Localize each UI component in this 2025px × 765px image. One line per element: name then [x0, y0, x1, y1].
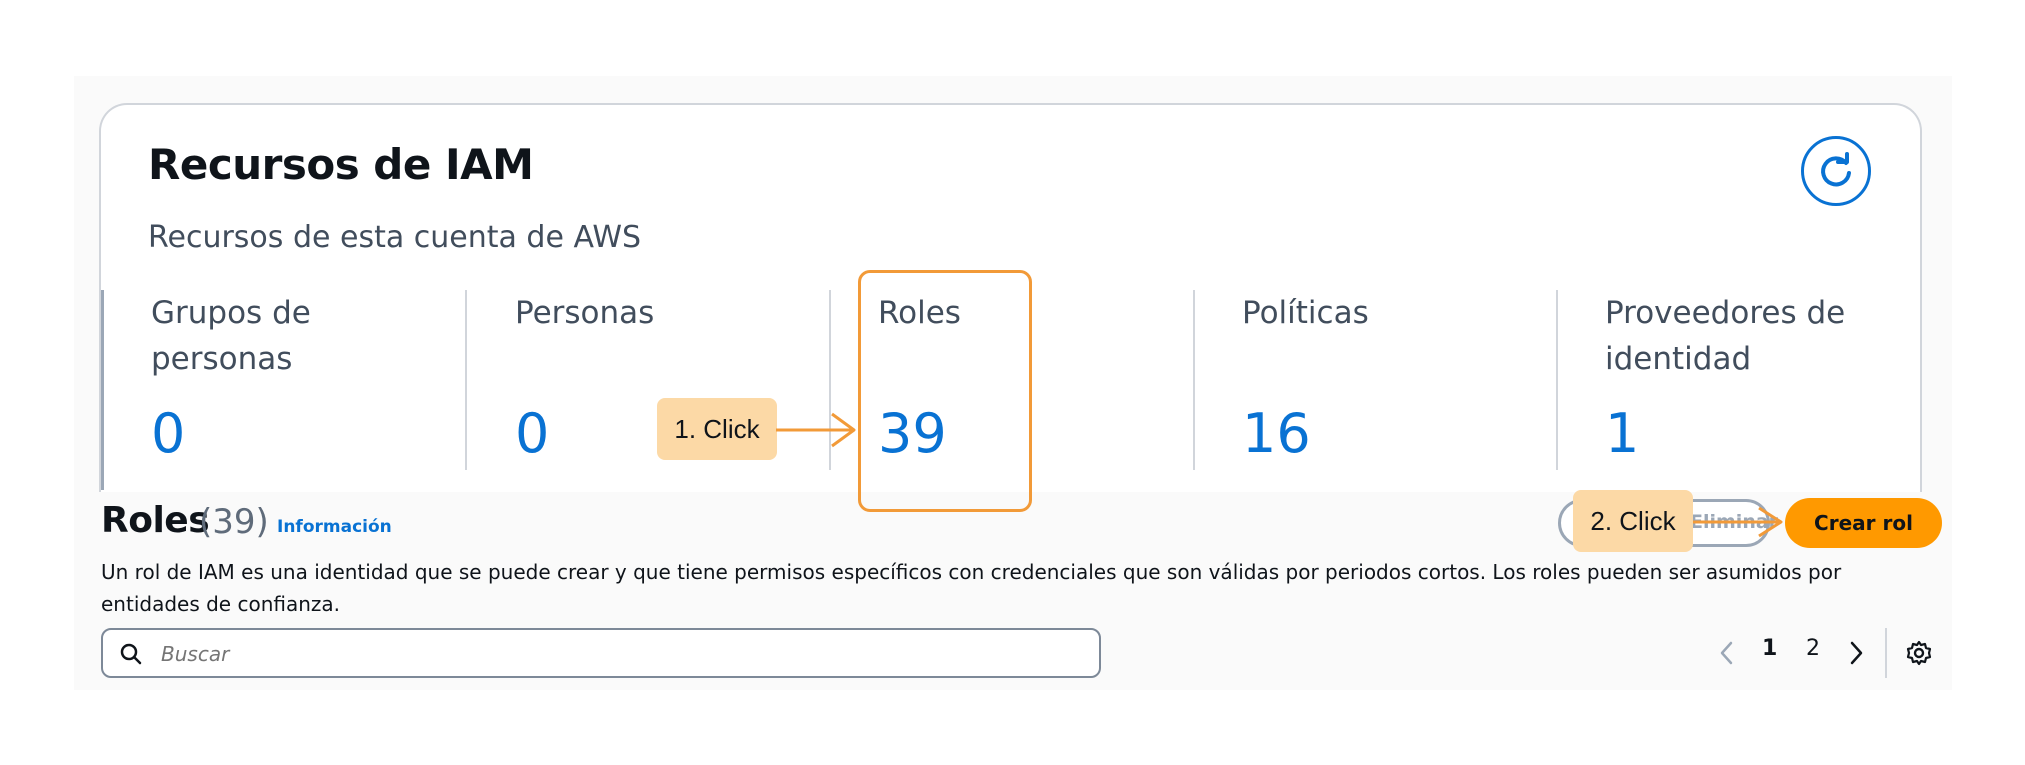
step2-callout: 2. Click [1573, 490, 1693, 552]
stat-value[interactable]: 0 [515, 402, 549, 466]
stat-value[interactable]: 1 [1605, 402, 1639, 466]
refresh-button[interactable] [1801, 136, 1871, 206]
section-title: Roles [101, 500, 210, 541]
stat-label: Políticas [1242, 295, 1369, 331]
info-link[interactable]: Información [277, 517, 392, 537]
stat-policies: Políticas 16 [1193, 290, 1558, 470]
search-icon [120, 643, 142, 665]
search-field[interactable] [101, 628, 1101, 678]
card-subtitle: Recursos de esta cuenta de AWS [148, 220, 642, 255]
stat-label: Personas [515, 295, 655, 331]
gear-icon[interactable] [1906, 640, 1932, 666]
page-2[interactable]: 2 [1806, 636, 1820, 661]
chevron-right-icon[interactable] [1846, 640, 1866, 666]
stat-label: Grupos de personas [151, 295, 311, 377]
card-title: Recursos de IAM [148, 140, 534, 189]
stat-value[interactable]: 0 [151, 402, 185, 466]
step1-callout: 1. Click [657, 398, 777, 460]
step1-arrow-icon [776, 412, 856, 448]
refresh-icon [1821, 152, 1851, 187]
create-role-button[interactable]: Crear rol [1785, 498, 1942, 548]
chevron-left-icon[interactable] [1717, 640, 1737, 666]
stat-groups: Grupos de personas 0 [101, 290, 467, 490]
roles-count: (39) [199, 502, 269, 542]
stat-value[interactable]: 16 [1242, 402, 1311, 466]
search-input[interactable] [159, 638, 1063, 670]
step2-arrow-icon [1693, 506, 1783, 538]
pager-divider [1885, 628, 1887, 678]
stat-identity-providers: Proveedores de identidad 1 [1556, 290, 1898, 470]
roles-highlight-box [858, 270, 1032, 512]
page-1[interactable]: 1 [1762, 636, 1777, 661]
stat-label: Proveedores de identidad [1605, 295, 1846, 377]
section-description: Un rol de IAM es una identidad que se pu… [101, 560, 1842, 616]
